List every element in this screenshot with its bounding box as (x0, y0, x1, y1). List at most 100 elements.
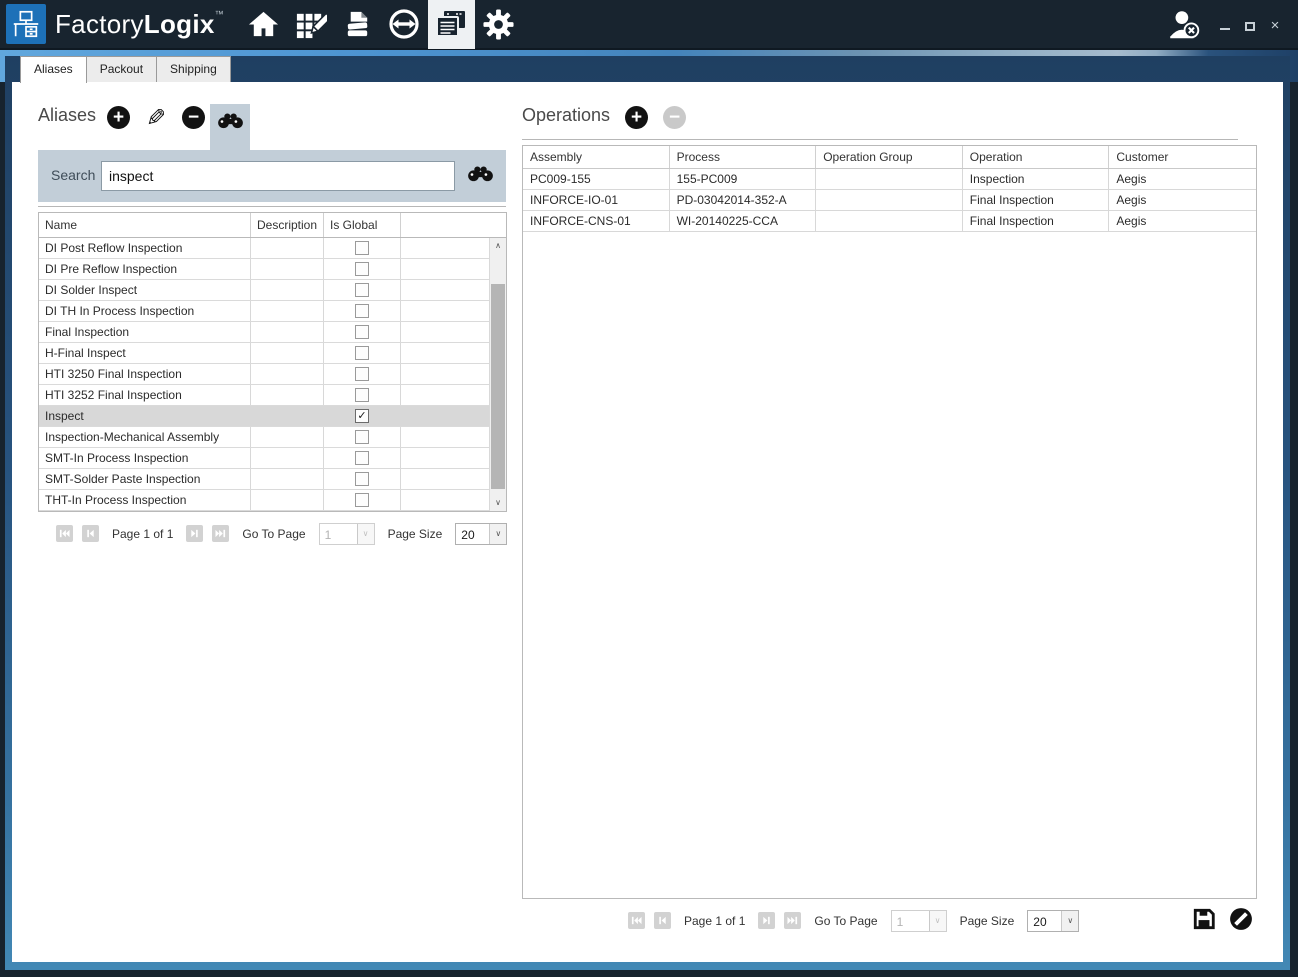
last-page-button[interactable] (212, 525, 229, 542)
table-row[interactable]: INFORCE-IO-01PD-03042014-352-AFinal Insp… (523, 190, 1256, 211)
go-to-page-select[interactable]: 1 ∨ (319, 523, 375, 545)
column-header-process[interactable]: Process (670, 146, 817, 168)
add-alias-button[interactable]: + (107, 106, 130, 129)
is-global-checkbox[interactable] (355, 241, 369, 255)
main-content: Aliases + ✎ − Search (12, 82, 1283, 962)
go-to-page-select[interactable]: 1 ∨ (891, 910, 947, 932)
alias-extra-cell (401, 280, 489, 300)
is-global-checkbox[interactable]: ✓ (355, 409, 369, 423)
edit-alias-button[interactable]: ✎ (146, 106, 166, 130)
column-header-description[interactable]: Description (251, 213, 324, 237)
cancel-button[interactable] (1229, 907, 1253, 931)
scrollbar-thumb[interactable] (491, 284, 505, 489)
user-logout-icon[interactable] (1166, 7, 1202, 43)
prev-page-button[interactable] (654, 912, 671, 929)
table-row[interactable]: PC009-155155-PC009InspectionAegis (523, 169, 1256, 190)
alias-description-cell (251, 385, 324, 405)
is-global-checkbox[interactable] (355, 388, 369, 402)
operations-table-header: Assembly Process Operation Group Operati… (523, 146, 1256, 169)
column-header-operation-group[interactable]: Operation Group (816, 146, 963, 168)
scroll-down-icon[interactable]: ∨ (490, 495, 506, 511)
tab-packout[interactable]: Packout (86, 56, 157, 82)
is-global-checkbox[interactable] (355, 493, 369, 507)
is-global-checkbox[interactable] (355, 262, 369, 276)
table-row[interactable]: SMT-Solder Paste Inspection (39, 469, 489, 490)
remove-alias-button[interactable]: − (182, 106, 205, 129)
column-header-operation[interactable]: Operation (963, 146, 1110, 168)
column-header-name[interactable]: Name (39, 213, 251, 237)
is-global-checkbox[interactable] (355, 472, 369, 486)
next-page-button[interactable] (186, 525, 203, 542)
tab-shipping[interactable]: Shipping (156, 56, 231, 82)
alias-description-cell (251, 364, 324, 384)
table-row[interactable]: H-Final Inspect (39, 343, 489, 364)
alias-description-cell (251, 406, 324, 426)
home-icon[interactable] (240, 0, 287, 49)
operations-pagination: Page 1 of 1 Go To Page 1 ∨ Page Size 20 … (628, 909, 1079, 932)
alias-description-cell (251, 448, 324, 468)
alias-isglobal-cell (324, 427, 401, 447)
titlebar: FactoryLogix™ (0, 0, 1298, 50)
first-page-button[interactable] (56, 525, 73, 542)
table-row[interactable]: HTI 3250 Final Inspection (39, 364, 489, 385)
is-global-checkbox[interactable] (355, 325, 369, 339)
table-row[interactable]: THT-In Process Inspection (39, 490, 489, 511)
alias-isglobal-cell (324, 490, 401, 510)
is-global-checkbox[interactable] (355, 430, 369, 444)
table-row[interactable]: HTI 3252 Final Inspection (39, 385, 489, 406)
last-page-button[interactable] (784, 912, 801, 929)
add-operation-button[interactable]: + (625, 106, 648, 129)
save-button[interactable] (1192, 907, 1216, 931)
next-page-button[interactable] (758, 912, 775, 929)
table-row[interactable]: Final Inspection (39, 322, 489, 343)
alias-description-cell (251, 322, 324, 342)
tab-aliases[interactable]: Aliases (20, 56, 87, 83)
remove-operation-button[interactable]: − (663, 106, 686, 129)
table-row[interactable]: DI Solder Inspect (39, 280, 489, 301)
prev-page-button[interactable] (82, 525, 99, 542)
column-header-customer[interactable]: Customer (1109, 146, 1256, 168)
operation-operation-cell: Final Inspection (963, 190, 1110, 210)
is-global-checkbox[interactable] (355, 283, 369, 297)
table-row[interactable]: SMT-In Process Inspection (39, 448, 489, 469)
scroll-up-icon[interactable]: ∧ (490, 238, 506, 254)
search-input[interactable] (101, 161, 455, 191)
gear-icon[interactable] (475, 0, 522, 49)
column-header-assembly[interactable]: Assembly (523, 146, 670, 168)
close-button[interactable]: × (1268, 18, 1282, 32)
aliases-table-header: Name Description Is Global (39, 213, 506, 238)
alias-isglobal-cell (324, 301, 401, 321)
is-global-checkbox[interactable] (355, 451, 369, 465)
documents-icon[interactable] (428, 0, 475, 49)
search-submit-button[interactable] (467, 165, 494, 187)
column-header-isglobal[interactable]: Is Global (324, 213, 401, 237)
alias-extra-cell (401, 490, 489, 510)
alias-description-cell (251, 427, 324, 447)
table-row[interactable]: INFORCE-CNS-01WI-20140225-CCAFinal Inspe… (523, 211, 1256, 232)
alias-extra-cell (401, 469, 489, 489)
aliases-title: Aliases (38, 105, 96, 126)
is-global-checkbox[interactable] (355, 346, 369, 360)
first-page-button[interactable] (628, 912, 645, 929)
alias-isglobal-cell (324, 322, 401, 342)
page-size-select[interactable]: 20 ∨ (1027, 910, 1079, 932)
table-row[interactable]: DI Post Reflow Inspection (39, 238, 489, 259)
table-row[interactable]: DI TH In Process Inspection (39, 301, 489, 322)
chevron-down-icon: ∨ (1061, 911, 1078, 931)
is-global-checkbox[interactable] (355, 304, 369, 318)
column-header-extra[interactable] (401, 213, 506, 237)
document-stack-icon[interactable] (334, 0, 381, 49)
table-row[interactable]: Inspect✓ (39, 406, 489, 427)
table-row[interactable]: DI Pre Reflow Inspection (39, 259, 489, 280)
alias-isglobal-cell (324, 238, 401, 258)
is-global-checkbox[interactable] (355, 367, 369, 381)
minimize-button[interactable] (1218, 18, 1232, 32)
search-toggle-button[interactable] (210, 104, 250, 150)
sync-circle-icon[interactable] (381, 0, 428, 49)
table-row[interactable]: Inspection-Mechanical Assembly (39, 427, 489, 448)
page-size-select[interactable]: 20 ∨ (455, 523, 507, 545)
maximize-button[interactable] (1243, 18, 1257, 32)
alias-isglobal-cell (324, 469, 401, 489)
grid-pencil-icon[interactable] (287, 0, 334, 49)
vertical-scrollbar[interactable]: ∧ ∨ (489, 238, 506, 511)
